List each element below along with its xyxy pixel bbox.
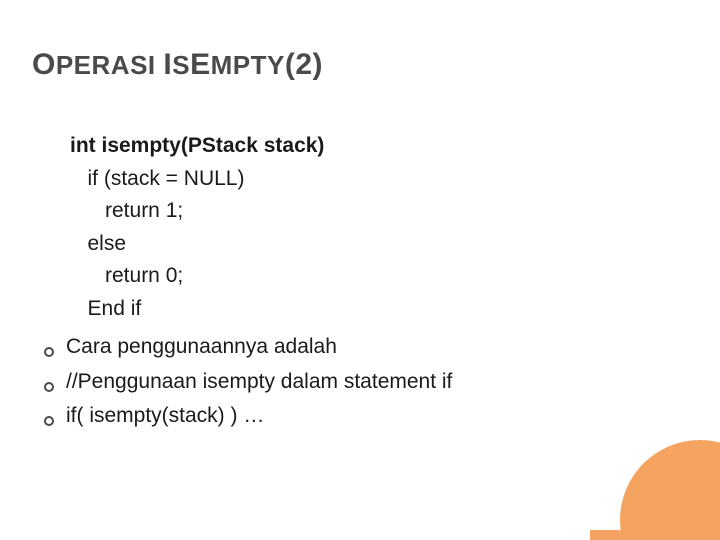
code-line-5: return 0; bbox=[70, 260, 650, 293]
code-line-6: End if bbox=[70, 293, 650, 326]
bullet-icon bbox=[44, 382, 54, 392]
code-line-4: else bbox=[70, 228, 650, 261]
code-line-1: int isempty(PStack stack) bbox=[70, 130, 650, 163]
title-rest1: PERASI bbox=[56, 50, 156, 80]
bullet-text: if( isempty(stack) ) … bbox=[66, 400, 264, 433]
title-cap2: I bbox=[163, 48, 172, 81]
bullet-list: Cara penggunaannya adalah //Penggunaan i… bbox=[70, 331, 650, 433]
bullet-text: Cara penggunaannya adalah bbox=[66, 331, 337, 364]
title-cap1: O bbox=[32, 48, 56, 81]
title-rest2: MPTY bbox=[211, 50, 285, 80]
slide-body: int isempty(PStack stack) if (stack = NU… bbox=[70, 130, 650, 433]
list-item: if( isempty(stack) ) … bbox=[70, 400, 650, 433]
list-item: //Penggunaan isempty dalam statement if bbox=[70, 366, 650, 399]
bullet-icon bbox=[44, 347, 54, 357]
code-line-2: if (stack = NULL) bbox=[70, 163, 650, 196]
slide: OPERASI ISEMPTY(2) int isempty(PStack st… bbox=[0, 0, 720, 540]
bullet-icon bbox=[44, 416, 54, 426]
code-line-3: return 1; bbox=[70, 195, 650, 228]
list-item: Cara penggunaannya adalah bbox=[70, 331, 650, 364]
title-mid2: S bbox=[172, 50, 190, 80]
accent-circle bbox=[620, 440, 720, 540]
bullet-text: //Penggunaan isempty dalam statement if bbox=[66, 366, 452, 399]
title-suffix: (2) bbox=[285, 48, 323, 81]
title-cap3: E bbox=[190, 48, 211, 81]
slide-title: OPERASI ISEMPTY(2) bbox=[32, 48, 323, 82]
